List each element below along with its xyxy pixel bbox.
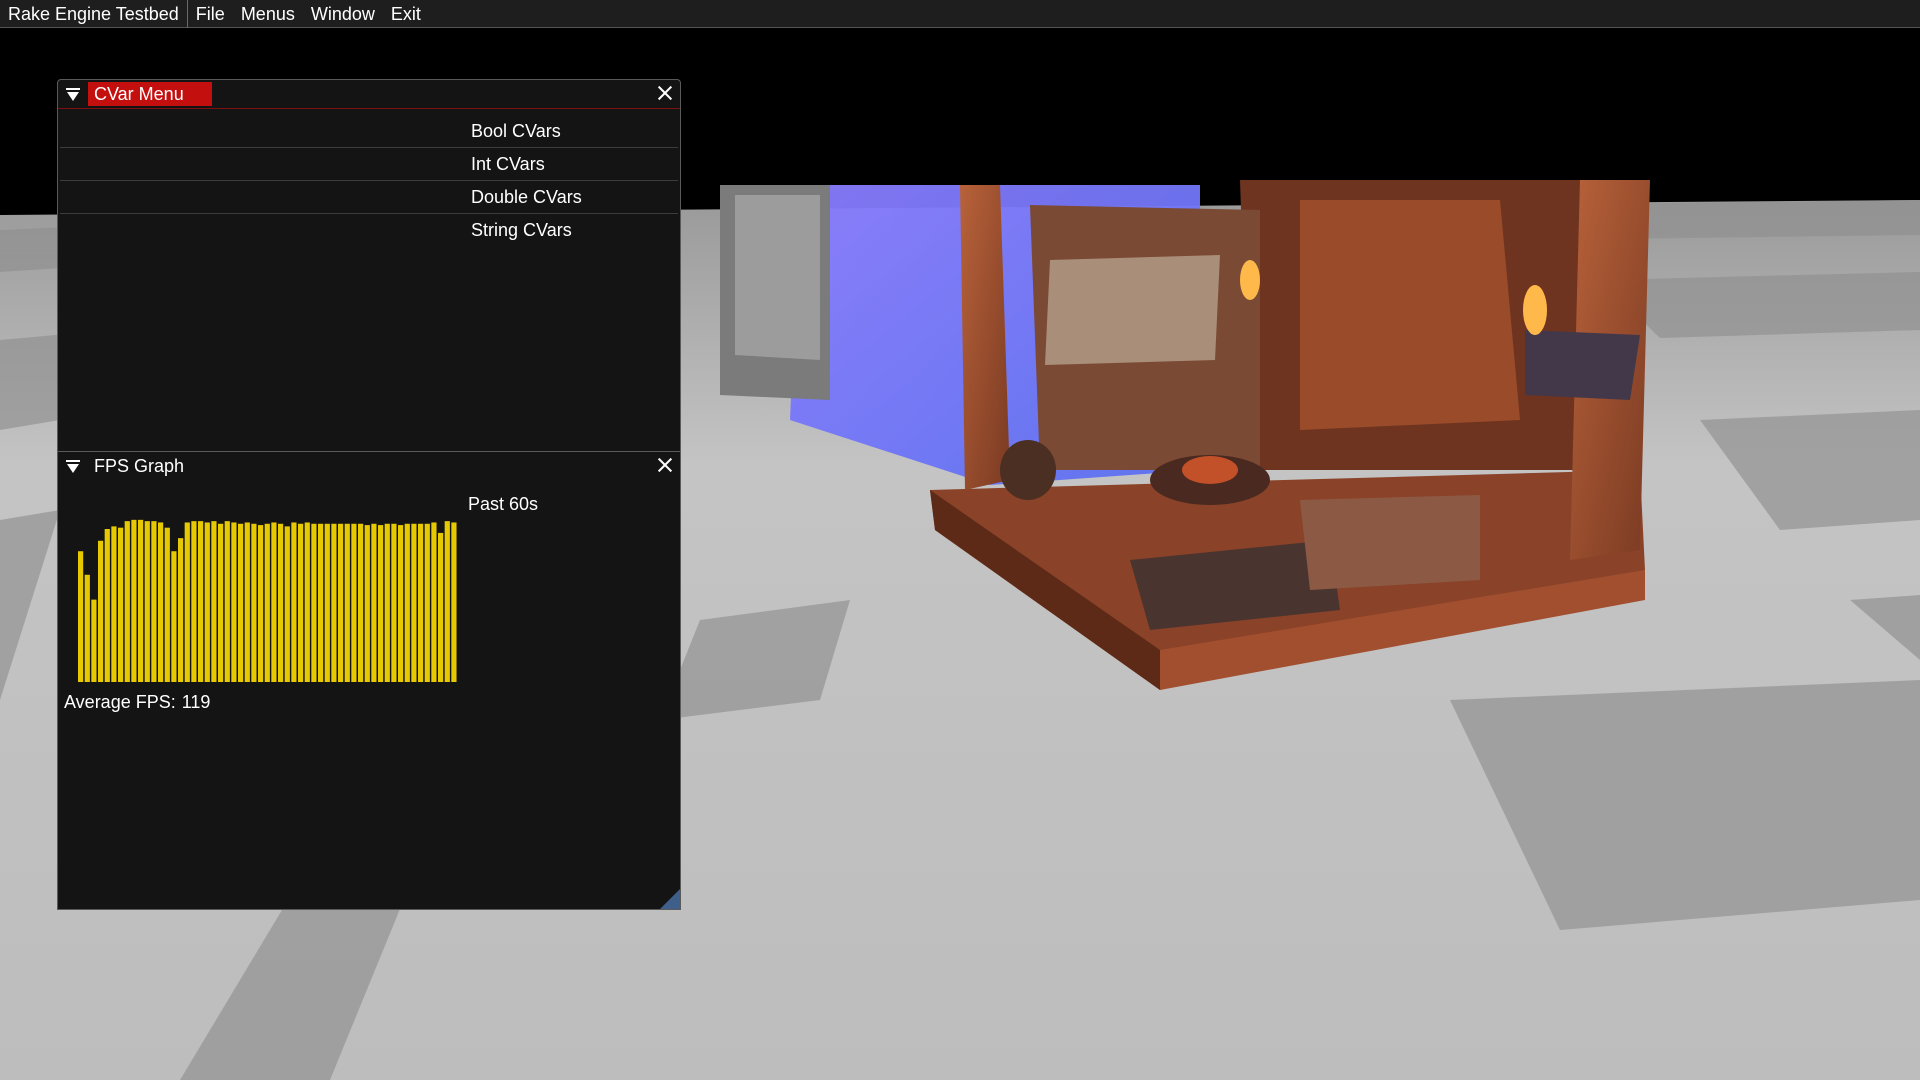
average-fps: Average FPS: 119 bbox=[64, 692, 210, 713]
fps-bar bbox=[391, 523, 397, 682]
fps-bar bbox=[131, 519, 137, 682]
cvar-window: CVar Menu Bool CVars Int CVars Double CV… bbox=[57, 79, 681, 452]
fps-bar bbox=[438, 532, 444, 682]
fps-bar bbox=[238, 523, 244, 682]
cvar-item-string[interactable]: String CVars bbox=[60, 214, 678, 246]
fps-bar bbox=[271, 522, 277, 682]
fps-bar bbox=[204, 522, 210, 682]
fps-bar bbox=[398, 525, 404, 682]
fps-bar bbox=[311, 523, 317, 682]
fps-bar bbox=[184, 522, 190, 682]
fps-bar bbox=[451, 522, 457, 682]
collapse-arrow-icon[interactable] bbox=[66, 459, 80, 473]
collapse-arrow-icon[interactable] bbox=[66, 87, 80, 101]
app-title: Rake Engine Testbed bbox=[0, 0, 188, 28]
main-menu-bar: Rake Engine Testbed File Menus Window Ex… bbox=[0, 0, 1920, 28]
fps-bar bbox=[218, 523, 224, 682]
fps-bar bbox=[84, 574, 90, 682]
cvar-item-bool[interactable]: Bool CVars bbox=[60, 115, 678, 148]
fps-bar bbox=[431, 522, 437, 682]
fps-histogram bbox=[78, 519, 457, 682]
close-icon[interactable] bbox=[656, 456, 674, 474]
fps-bar bbox=[111, 526, 117, 682]
fps-bar bbox=[78, 551, 84, 682]
fps-bar bbox=[351, 523, 357, 682]
cvar-item-int[interactable]: Int CVars bbox=[60, 148, 678, 181]
fps-bar bbox=[158, 522, 164, 682]
cvar-list: Bool CVars Int CVars Double CVars String… bbox=[58, 115, 680, 246]
fps-bar bbox=[344, 523, 350, 682]
cvar-item-double[interactable]: Double CVars bbox=[60, 181, 678, 214]
fps-bar bbox=[364, 525, 370, 682]
fps-bar bbox=[118, 527, 124, 682]
fps-bar bbox=[298, 523, 304, 682]
fps-bar bbox=[278, 523, 284, 682]
fps-bar bbox=[264, 523, 270, 682]
fps-bar bbox=[91, 599, 97, 682]
menu-exit[interactable]: Exit bbox=[383, 0, 429, 28]
cvar-window-title: CVar Menu bbox=[88, 82, 212, 106]
fps-bar bbox=[358, 523, 364, 682]
average-fps-value: 119 bbox=[181, 692, 211, 712]
fps-bar bbox=[104, 529, 110, 682]
fps-window-title: FPS Graph bbox=[94, 456, 185, 476]
fps-bar bbox=[211, 521, 217, 682]
fps-bar bbox=[231, 522, 237, 682]
fps-bar bbox=[124, 521, 130, 682]
fps-bar bbox=[244, 522, 250, 682]
fps-bar bbox=[411, 523, 417, 682]
fps-bar bbox=[151, 521, 157, 682]
fps-bar bbox=[251, 523, 257, 682]
fps-bar bbox=[404, 523, 410, 682]
fps-graph-window: FPS Graph Past 60s Average FPS: 119 bbox=[57, 452, 681, 910]
fps-bar bbox=[291, 522, 297, 682]
fps-bar bbox=[304, 522, 310, 682]
fps-window-titlebar[interactable]: FPS Graph bbox=[58, 452, 680, 480]
fps-bar bbox=[338, 523, 344, 682]
fps-bar bbox=[138, 519, 144, 682]
fps-bar bbox=[418, 523, 424, 682]
fps-bar bbox=[258, 525, 264, 682]
resize-grip[interactable] bbox=[660, 889, 680, 909]
fps-bar bbox=[164, 527, 170, 682]
average-fps-label: Average FPS: bbox=[64, 692, 176, 712]
fps-bar bbox=[191, 521, 197, 682]
fps-bar bbox=[224, 521, 230, 682]
fps-bar bbox=[318, 523, 324, 682]
fps-bar bbox=[371, 523, 377, 682]
menu-window[interactable]: Window bbox=[303, 0, 383, 28]
fps-bar bbox=[171, 551, 177, 682]
fps-bar bbox=[331, 523, 337, 682]
fps-bar bbox=[444, 521, 450, 682]
fps-bar bbox=[384, 523, 390, 682]
menu-menus[interactable]: Menus bbox=[233, 0, 303, 28]
fps-bar bbox=[424, 523, 430, 682]
cvar-window-titlebar[interactable]: CVar Menu bbox=[58, 80, 680, 109]
fps-bar bbox=[178, 538, 184, 682]
menu-file[interactable]: File bbox=[188, 0, 233, 28]
fps-bar bbox=[284, 526, 290, 682]
fps-bar bbox=[198, 521, 204, 682]
fps-bar bbox=[378, 525, 384, 682]
fps-bar bbox=[98, 540, 104, 682]
fps-bar bbox=[144, 521, 150, 682]
fps-graph-overlay: Past 60s bbox=[468, 494, 539, 514]
fps-bar bbox=[324, 523, 330, 682]
close-icon[interactable] bbox=[656, 84, 674, 102]
